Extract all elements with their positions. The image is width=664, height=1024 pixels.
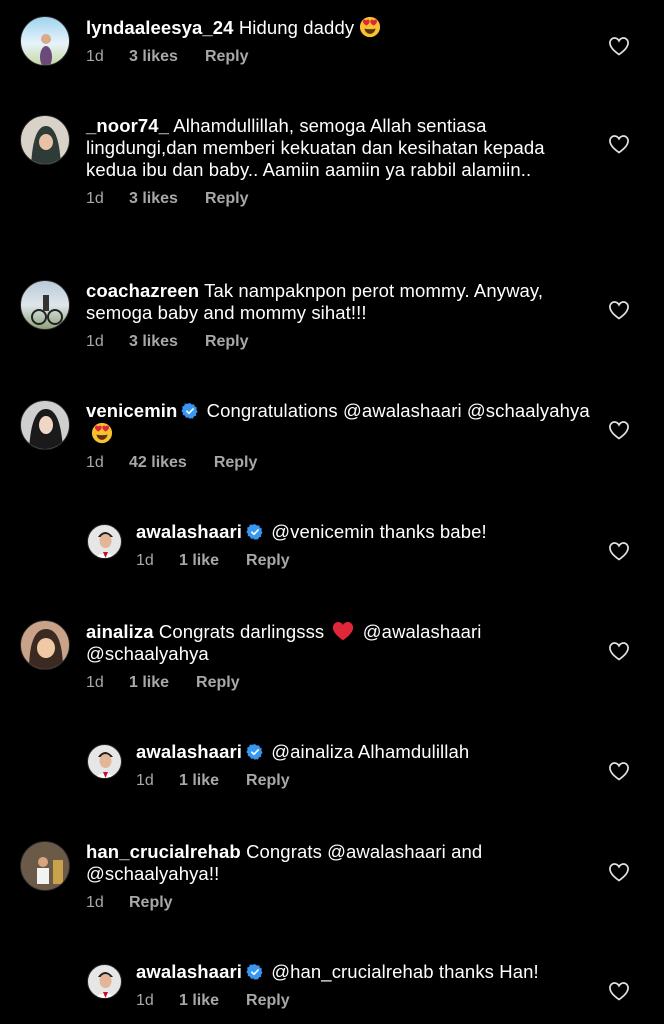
comment-likes[interactable]: 3 likes	[129, 48, 178, 66]
reply-button[interactable]: Reply	[196, 674, 240, 692]
like-heart-icon[interactable]	[608, 420, 630, 440]
like-heart-icon[interactable]	[608, 981, 630, 1001]
comment-text: _noor74_ Alhamdullillah, semoga Allah se…	[86, 115, 600, 181]
comment-time: 1d	[136, 552, 154, 569]
comment-body: @han_crucialrehab thanks Han!	[271, 961, 539, 982]
comment-likes[interactable]: 3 likes	[129, 333, 178, 351]
comment-username[interactable]: lyndaaleesya_24	[86, 17, 234, 38]
comment-time: 1d	[86, 894, 104, 911]
comment-body: @venicemin thanks babe!	[271, 521, 487, 542]
comment-text: awalashaari @han_crucialrehab thanks Han…	[136, 961, 600, 983]
comment-text: han_crucialrehab Congrats @awalashaari a…	[86, 841, 600, 885]
comment-time: 1d	[86, 674, 104, 691]
reply-button[interactable]: Reply	[246, 772, 290, 790]
comment-likes[interactable]: 1 like	[179, 772, 219, 790]
avatar[interactable]	[20, 841, 70, 891]
comment-username[interactable]: awalashaari	[136, 741, 242, 762]
reply-button[interactable]: Reply	[205, 190, 249, 208]
reply-button[interactable]: Reply	[246, 992, 290, 1010]
comment-username[interactable]: awalashaari	[136, 521, 242, 542]
comment-time: 1d	[86, 190, 104, 207]
like-heart-icon[interactable]	[608, 862, 630, 882]
comment-username[interactable]: _noor74_	[86, 115, 169, 136]
comment-meta: 1d 3 likes Reply	[86, 333, 600, 351]
comment-username[interactable]: awalashaari	[136, 961, 242, 982]
comment-body: Congratulations @awalashaari @schaalyahy…	[206, 400, 590, 421]
comment-likes[interactable]: 1 like	[179, 992, 219, 1010]
like-heart-icon[interactable]	[608, 761, 630, 781]
heart-eyes-icon	[359, 16, 381, 38]
comment-username[interactable]: ainaliza	[86, 621, 154, 642]
comment-text: venicemin Congratulations @awalashaari @…	[86, 400, 600, 445]
comment-time: 1d	[86, 454, 104, 471]
comment-time: 1d	[136, 992, 154, 1009]
comment-meta: 1d 1 like Reply	[136, 552, 600, 570]
heart-eyes-icon	[91, 422, 113, 444]
comment-likes[interactable]: 1 like	[179, 552, 219, 570]
comment-meta: 1d 3 likes Reply	[86, 48, 600, 66]
like-heart-icon[interactable]	[608, 36, 630, 56]
comment-username[interactable]: venicemin	[86, 400, 177, 421]
comment-body: Hidung daddy	[238, 17, 355, 38]
verified-badge-icon	[246, 523, 264, 541]
comment-text: ainaliza Congrats darlingsss @awalashaar…	[86, 620, 600, 665]
like-heart-icon[interactable]	[608, 134, 630, 154]
comment-meta: 1d Reply	[86, 894, 600, 912]
comment-time: 1d	[86, 48, 104, 65]
comment-body: @ainaliza Alhamdulillah	[271, 741, 470, 762]
avatar[interactable]	[20, 280, 70, 330]
comment-likes[interactable]: 3 likes	[129, 190, 178, 208]
avatar[interactable]	[87, 964, 122, 999]
comment-meta: 1d 1 like Reply	[136, 772, 600, 790]
reply-button[interactable]: Reply	[246, 552, 290, 570]
verified-badge-icon	[246, 743, 264, 761]
comment-text: lyndaaleesya_24 Hidung daddy	[86, 16, 600, 39]
comment-text: awalashaari @ainaliza Alhamdulillah	[136, 741, 600, 763]
comment-username[interactable]: han_crucialrehab	[86, 841, 241, 862]
comment-meta: 1d 1 like Reply	[136, 992, 600, 1010]
like-heart-icon[interactable]	[608, 300, 630, 320]
like-heart-icon[interactable]	[608, 541, 630, 561]
comment-time: 1d	[86, 333, 104, 350]
comment-text: awalashaari @venicemin thanks babe!	[136, 521, 600, 543]
comment-text: coachazreen Tak nampaknpon perot mommy. …	[86, 280, 600, 324]
like-heart-icon[interactable]	[608, 641, 630, 661]
reply-button[interactable]: Reply	[129, 894, 173, 912]
avatar[interactable]	[87, 524, 122, 559]
avatar[interactable]	[87, 744, 122, 779]
reply-button[interactable]: Reply	[205, 48, 249, 66]
comment-meta: 1d 3 likes Reply	[86, 190, 600, 208]
comment-meta: 1d 42 likes Reply	[86, 454, 600, 472]
comment-username[interactable]: coachazreen	[86, 280, 199, 301]
avatar[interactable]	[20, 16, 70, 66]
comment-likes[interactable]: 42 likes	[129, 454, 187, 472]
avatar[interactable]	[20, 400, 70, 450]
comment-time: 1d	[136, 772, 154, 789]
red-heart-icon	[332, 620, 354, 642]
verified-badge-icon	[246, 963, 264, 981]
avatar[interactable]	[20, 115, 70, 165]
comment-likes[interactable]: 1 like	[129, 674, 169, 692]
comment-meta: 1d 1 like Reply	[86, 674, 600, 692]
reply-button[interactable]: Reply	[214, 454, 258, 472]
comment-body: Congrats darlingsss	[158, 621, 325, 642]
avatar[interactable]	[20, 620, 70, 670]
reply-button[interactable]: Reply	[205, 333, 249, 351]
verified-badge-icon	[181, 402, 199, 420]
